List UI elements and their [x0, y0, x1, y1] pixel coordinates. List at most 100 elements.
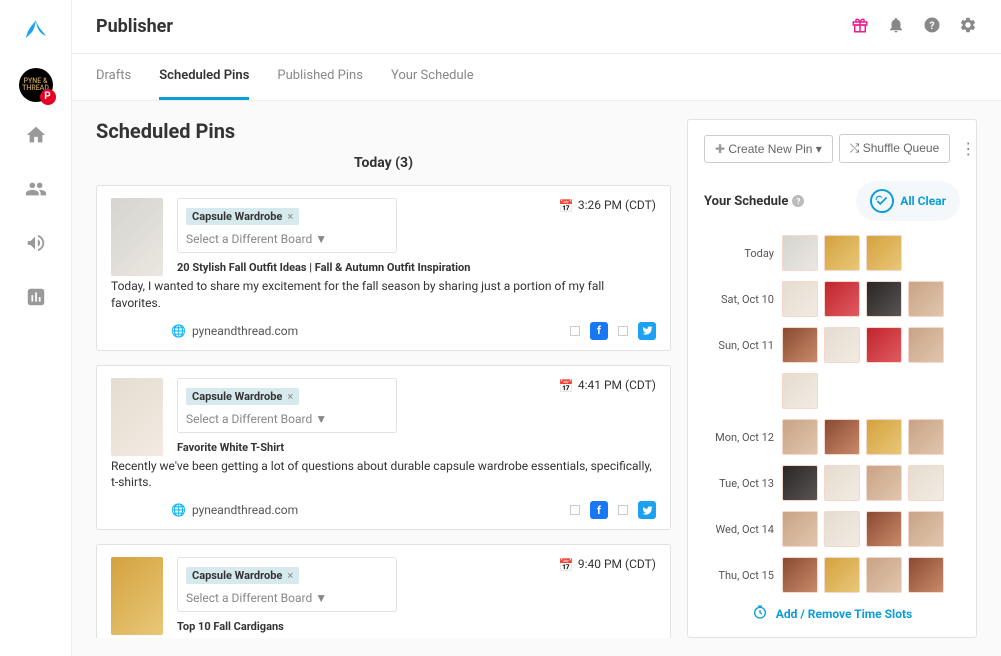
schedule-pin-thumbnail[interactable]: [908, 327, 944, 363]
schedule-pin-thumbnail[interactable]: [824, 465, 860, 501]
schedule-row: Mon, Oct 12: [704, 419, 960, 455]
schedule-pin-thumbnail[interactable]: [782, 235, 818, 271]
twitter-icon[interactable]: [638, 501, 656, 519]
schedule-pin-thumbnail[interactable]: [782, 511, 818, 547]
calendar-icon: 📅: [559, 199, 574, 213]
schedule-pin-thumbnail[interactable]: [824, 235, 860, 271]
people-icon[interactable]: [25, 178, 47, 204]
twitter-checkbox[interactable]: [618, 326, 628, 336]
facebook-checkbox[interactable]: [570, 505, 580, 515]
pin-thumbnail[interactable]: [111, 557, 163, 635]
pin-scheduled-time: 📅3:26 PM (CDT): [559, 198, 656, 213]
help-tooltip-icon[interactable]: ?: [792, 195, 804, 207]
pin-card: 📅4:41 PM (CDT) Capsule Wardrobe × Select…: [96, 365, 671, 531]
schedule-pin-thumbnail[interactable]: [782, 557, 818, 593]
gift-icon[interactable]: [851, 16, 869, 38]
globe-icon: 🌐: [171, 503, 186, 517]
schedule-date: Sat, Oct 10: [704, 293, 774, 306]
remove-board-icon[interactable]: ×: [287, 390, 293, 403]
more-options-icon[interactable]: ⋮: [956, 139, 980, 158]
pin-description: Today, I wanted to share my excitement f…: [111, 278, 656, 312]
schedule-pin-thumbnail[interactable]: [866, 235, 902, 271]
help-icon[interactable]: ?: [923, 16, 941, 38]
remove-board-icon[interactable]: ×: [287, 210, 293, 223]
schedule-pin-thumbnail[interactable]: [866, 327, 902, 363]
twitter-icon[interactable]: [638, 322, 656, 340]
schedule-pin-thumbnail[interactable]: [908, 465, 944, 501]
schedule-row: Tue, Oct 13: [704, 465, 960, 501]
schedule-row: [704, 373, 960, 409]
schedule-date: Sun, Oct 11: [704, 339, 774, 352]
left-sidebar: PYNE & THREAD P: [0, 0, 72, 656]
schedule-pin-thumbnail[interactable]: [866, 419, 902, 455]
board-selector[interactable]: Capsule Wardrobe × Select a Different Bo…: [177, 198, 397, 253]
board-select-dropdown[interactable]: Select a Different Board ▼: [186, 412, 388, 426]
board-select-dropdown[interactable]: Select a Different Board ▼: [186, 232, 388, 246]
tab-scheduled-pins[interactable]: Scheduled Pins: [159, 54, 249, 100]
settings-icon[interactable]: [959, 16, 977, 38]
tab-drafts[interactable]: Drafts: [96, 54, 131, 100]
all-clear-icon: [870, 189, 894, 213]
bell-icon[interactable]: [887, 16, 905, 38]
schedule-row: Today: [704, 235, 960, 271]
tab-published-pins[interactable]: Published Pins: [277, 54, 363, 100]
board-tag: Capsule Wardrobe ×: [186, 208, 299, 225]
schedule-pin-thumbnail[interactable]: [866, 511, 902, 547]
schedule-pin-thumbnail[interactable]: [782, 419, 818, 455]
analytics-icon[interactable]: [25, 286, 47, 312]
schedule-pin-thumbnail[interactable]: [824, 327, 860, 363]
tab-your-schedule[interactable]: Your Schedule: [391, 54, 474, 100]
pin-card: 📅9:40 PM (CDT) Capsule Wardrobe × Select…: [96, 544, 671, 638]
all-clear-badge: All Clear: [856, 181, 960, 221]
schedule-date: Mon, Oct 12: [704, 431, 774, 444]
schedule-row: Wed, Oct 14: [704, 511, 960, 547]
remove-board-icon[interactable]: ×: [287, 569, 293, 582]
twitter-checkbox[interactable]: [618, 505, 628, 515]
megaphone-icon[interactable]: [25, 232, 47, 258]
schedule-pin-thumbnail[interactable]: [824, 419, 860, 455]
pin-thumbnail[interactable]: [111, 378, 163, 456]
schedule-pin-thumbnail[interactable]: [866, 281, 902, 317]
schedule-pin-thumbnail[interactable]: [782, 281, 818, 317]
pin-title: Favorite White T-Shirt: [177, 441, 656, 454]
schedule-pin-thumbnail[interactable]: [866, 557, 902, 593]
pin-url[interactable]: 🌐pyneandthread.com: [171, 324, 298, 338]
schedule-pin-thumbnail[interactable]: [824, 557, 860, 593]
schedule-pin-thumbnail[interactable]: [908, 511, 944, 547]
schedule-pin-thumbnail[interactable]: [782, 465, 818, 501]
facebook-icon[interactable]: f: [590, 501, 608, 519]
facebook-checkbox[interactable]: [570, 326, 580, 336]
pin-title: Top 10 Fall Cardigans: [177, 620, 656, 633]
schedule-row: Thu, Oct 15: [704, 557, 960, 593]
profile-avatar[interactable]: PYNE & THREAD P: [19, 68, 53, 102]
schedule-pin-thumbnail[interactable]: [908, 557, 944, 593]
shuffle-queue-button[interactable]: ⤭ Shuffle Queue: [839, 134, 950, 163]
create-new-pin-button[interactable]: ✚ Create New Pin ▾: [704, 135, 833, 163]
tailwind-logo-icon[interactable]: [24, 18, 48, 46]
schedule-pin-thumbnail[interactable]: [908, 419, 944, 455]
add-remove-time-slots-button[interactable]: Add / Remove Time Slots: [704, 594, 960, 623]
schedule-pin-thumbnail[interactable]: [866, 465, 902, 501]
pinterest-badge-icon: P: [40, 89, 56, 105]
schedule-panel: ✚ Create New Pin ▾ ⤭ Shuffle Queue ⋮ You…: [687, 119, 977, 638]
board-select-dropdown[interactable]: Select a Different Board ▼: [186, 591, 388, 605]
schedule-pin-thumbnail[interactable]: [782, 327, 818, 363]
schedule-date: Tue, Oct 13: [704, 477, 774, 490]
schedule-pin-thumbnail[interactable]: [824, 511, 860, 547]
facebook-icon[interactable]: f: [590, 322, 608, 340]
schedule-pin-thumbnail[interactable]: [824, 281, 860, 317]
board-selector[interactable]: Capsule Wardrobe × Select a Different Bo…: [177, 378, 397, 433]
schedule-date: Today: [704, 247, 774, 260]
top-bar: Publisher ?: [72, 0, 1001, 54]
schedule-date: Thu, Oct 15: [704, 569, 774, 582]
schedule-pin-thumbnail[interactable]: [908, 281, 944, 317]
schedule-pin-thumbnail[interactable]: [782, 373, 818, 409]
pin-url[interactable]: 🌐pyneandthread.com: [171, 503, 298, 517]
svg-text:?: ?: [929, 18, 934, 31]
board-selector[interactable]: Capsule Wardrobe × Select a Different Bo…: [177, 557, 397, 612]
pin-thumbnail[interactable]: [111, 198, 163, 276]
app-title: Publisher: [96, 16, 173, 37]
home-icon[interactable]: [25, 124, 47, 150]
pin-scheduled-time: 📅4:41 PM (CDT): [559, 378, 656, 393]
board-tag: Capsule Wardrobe ×: [186, 567, 299, 584]
